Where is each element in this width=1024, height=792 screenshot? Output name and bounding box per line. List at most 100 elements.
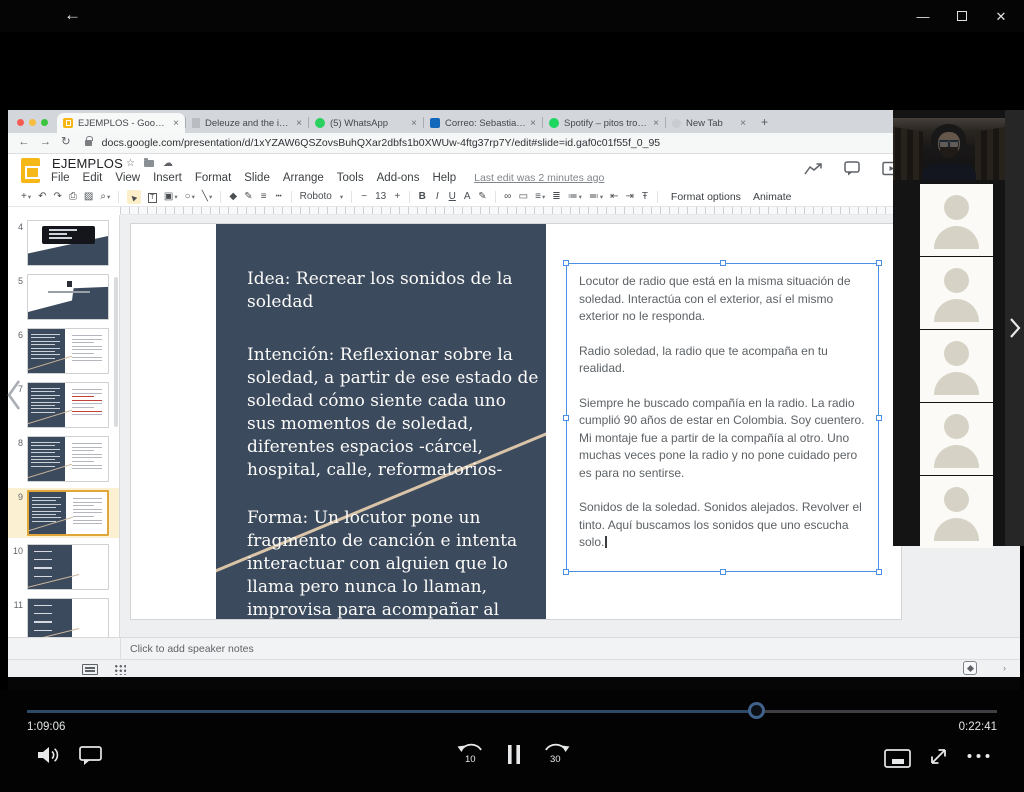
image-tool[interactable]: ▣▾ <box>164 192 178 202</box>
grid-view-icon[interactable] <box>114 664 126 675</box>
minimize-icon[interactable]: — <box>916 10 930 23</box>
underline-button[interactable]: U <box>448 192 456 202</box>
insert-link-icon[interactable]: ∞ <box>504 192 512 202</box>
insert-comment-icon[interactable]: ▭ <box>519 192 528 202</box>
fill-color-icon[interactable]: ◆ <box>229 192 237 202</box>
slide-thumbnail-6[interactable] <box>27 328 109 374</box>
animate-button[interactable]: Animate <box>753 192 792 203</box>
textbox-paragraph[interactable]: Locutor de radio que está en la misma si… <box>579 273 866 326</box>
carousel-next-strip[interactable] <box>1005 110 1024 546</box>
select-tool[interactable]: ▶ <box>127 190 140 204</box>
tab-close-icon[interactable]: × <box>740 118 746 129</box>
browser-back-icon[interactable]: ← <box>18 137 30 149</box>
mac-minimize-icon[interactable] <box>29 119 36 126</box>
resize-handle-se[interactable] <box>876 569 882 575</box>
slide-thumbnail-row[interactable]: 6 <box>8 326 119 376</box>
italic-button[interactable]: I <box>433 192 441 202</box>
align-icon[interactable]: ≡▾ <box>535 192 545 202</box>
menu-add-ons[interactable]: Add-ons <box>377 172 420 184</box>
resize-handle-nw[interactable] <box>563 260 569 266</box>
border-color-icon[interactable]: ✎ <box>244 192 252 202</box>
browser-tab[interactable]: Spotify – pitos tropicaribes× <box>543 113 665 133</box>
captions-icon[interactable] <box>79 746 102 766</box>
paint-format-icon[interactable]: ▨ <box>84 192 93 202</box>
menu-arrange[interactable]: Arrange <box>283 172 324 184</box>
filmstrip-view-icon[interactable] <box>82 664 98 675</box>
zoom-icon[interactable]: ⌕▾ <box>100 192 110 202</box>
close-icon[interactable]: ✕ <box>994 10 1008 23</box>
border-weight-icon[interactable]: ≡ <box>260 192 268 202</box>
slide-thumbnail-row[interactable]: 4 <box>8 218 119 268</box>
slide-paragraph[interactable]: Idea: Recrear los sonidos de la soledad <box>247 268 539 314</box>
menu-edit[interactable]: Edit <box>83 172 103 184</box>
skip-back-10-icon[interactable]: 10 <box>456 740 486 766</box>
slide-left-panel[interactable]: Idea: Recrear los sonidos de la soledadI… <box>216 224 546 619</box>
text-box-tool[interactable]: T <box>148 192 157 203</box>
menu-insert[interactable]: Insert <box>153 172 182 184</box>
clear-formatting-icon[interactable]: Ŧ <box>641 192 649 202</box>
menu-format[interactable]: Format <box>195 172 231 184</box>
chevron-right-icon[interactable] <box>1009 317 1021 339</box>
document-title[interactable]: EJEMPLOS <box>52 156 123 171</box>
slide-page[interactable]: Idea: Recrear los sonidos de la soledadI… <box>130 223 902 620</box>
new-slide-button[interactable]: +▾ <box>21 192 31 202</box>
resize-handle-sw[interactable] <box>563 569 569 575</box>
filmstrip-scrollbar[interactable] <box>114 277 118 427</box>
carousel-prev-button[interactable] <box>5 378 23 417</box>
slide-paragraph[interactable]: Forma: Un locutor pone un fragmento de c… <box>247 507 539 619</box>
back-icon[interactable]: ← <box>64 5 81 25</box>
slide-thumbnail-4[interactable] <box>27 220 109 266</box>
slides-logo-icon[interactable] <box>21 158 40 183</box>
slide-filmstrip[interactable]: 4567891011 <box>8 215 120 637</box>
slide-thumbnail-row[interactable]: 11 <box>8 596 119 637</box>
numbered-list-icon[interactable]: ≔▾ <box>568 192 582 202</box>
menu-tools[interactable]: Tools <box>337 172 364 184</box>
redo-icon[interactable]: ↷ <box>54 192 62 202</box>
font-size-value[interactable]: 13 <box>375 192 386 202</box>
browser-forward-icon[interactable]: → <box>40 137 52 149</box>
tab-close-icon[interactable]: × <box>296 118 302 129</box>
last-edit-link[interactable]: Last edit was 2 minutes ago <box>474 172 604 184</box>
seek-handle[interactable] <box>748 702 765 719</box>
resize-handle-e[interactable] <box>876 415 882 421</box>
bulleted-list-icon[interactable]: ≕▾ <box>589 192 603 202</box>
bold-button[interactable]: B <box>418 192 426 202</box>
comment-history-icon[interactable] <box>804 162 823 176</box>
skip-forward-30-icon[interactable]: 30 <box>541 740 571 766</box>
line-tool[interactable]: ╲▾ <box>202 192 212 202</box>
highlight-color-icon[interactable]: ✎ <box>478 192 486 202</box>
textbox-paragraph[interactable]: Siempre he buscado compañía en la radio.… <box>579 395 866 483</box>
volume-icon[interactable] <box>36 744 60 766</box>
slide-thumbnail-7[interactable] <box>27 382 109 428</box>
menu-help[interactable]: Help <box>432 172 456 184</box>
chevron-right-small-icon[interactable]: › <box>1003 663 1006 673</box>
mini-player-icon[interactable] <box>884 749 911 768</box>
slide-thumbnail-row[interactable]: 9 <box>8 488 119 538</box>
mac-close-icon[interactable] <box>17 119 24 126</box>
slide-thumbnail-row[interactable]: 8 <box>8 434 119 484</box>
indent-decrease-icon[interactable]: ⇤ <box>610 192 618 202</box>
mac-zoom-icon[interactable] <box>41 119 48 126</box>
seek-bar[interactable] <box>27 710 997 713</box>
resize-handle-s[interactable] <box>720 569 726 575</box>
font-size-increase[interactable]: + <box>393 192 401 202</box>
indent-increase-icon[interactable]: ⇥ <box>626 192 634 202</box>
border-dash-icon[interactable]: ┅ <box>275 192 283 202</box>
slide-thumbnail-5[interactable] <box>27 274 109 320</box>
explore-icon[interactable] <box>963 661 977 675</box>
speaker-notes-placeholder[interactable]: Click to add speaker notes <box>130 643 254 655</box>
slide-thumbnail-row[interactable]: 7 <box>8 380 119 430</box>
tab-close-icon[interactable]: × <box>530 118 536 129</box>
font-size-decrease[interactable]: − <box>360 192 368 202</box>
resize-handle-ne[interactable] <box>876 260 882 266</box>
new-tab-button[interactable]: + <box>761 115 768 129</box>
browser-tab[interactable]: (5) WhatsApp× <box>309 113 423 133</box>
resize-handle-n[interactable] <box>720 260 726 266</box>
slide-thumbnail-8[interactable] <box>27 436 109 482</box>
textbox-paragraph[interactable]: Radio soledad, la radio que te acompaña … <box>579 343 866 378</box>
move-folder-icon[interactable] <box>144 160 154 167</box>
browser-tab[interactable]: New Tab× <box>666 113 752 133</box>
fullscreen-icon[interactable] <box>927 745 950 768</box>
slide-thumbnail-row[interactable]: 5 <box>8 272 119 322</box>
slide-thumbnail-9[interactable] <box>27 490 109 536</box>
